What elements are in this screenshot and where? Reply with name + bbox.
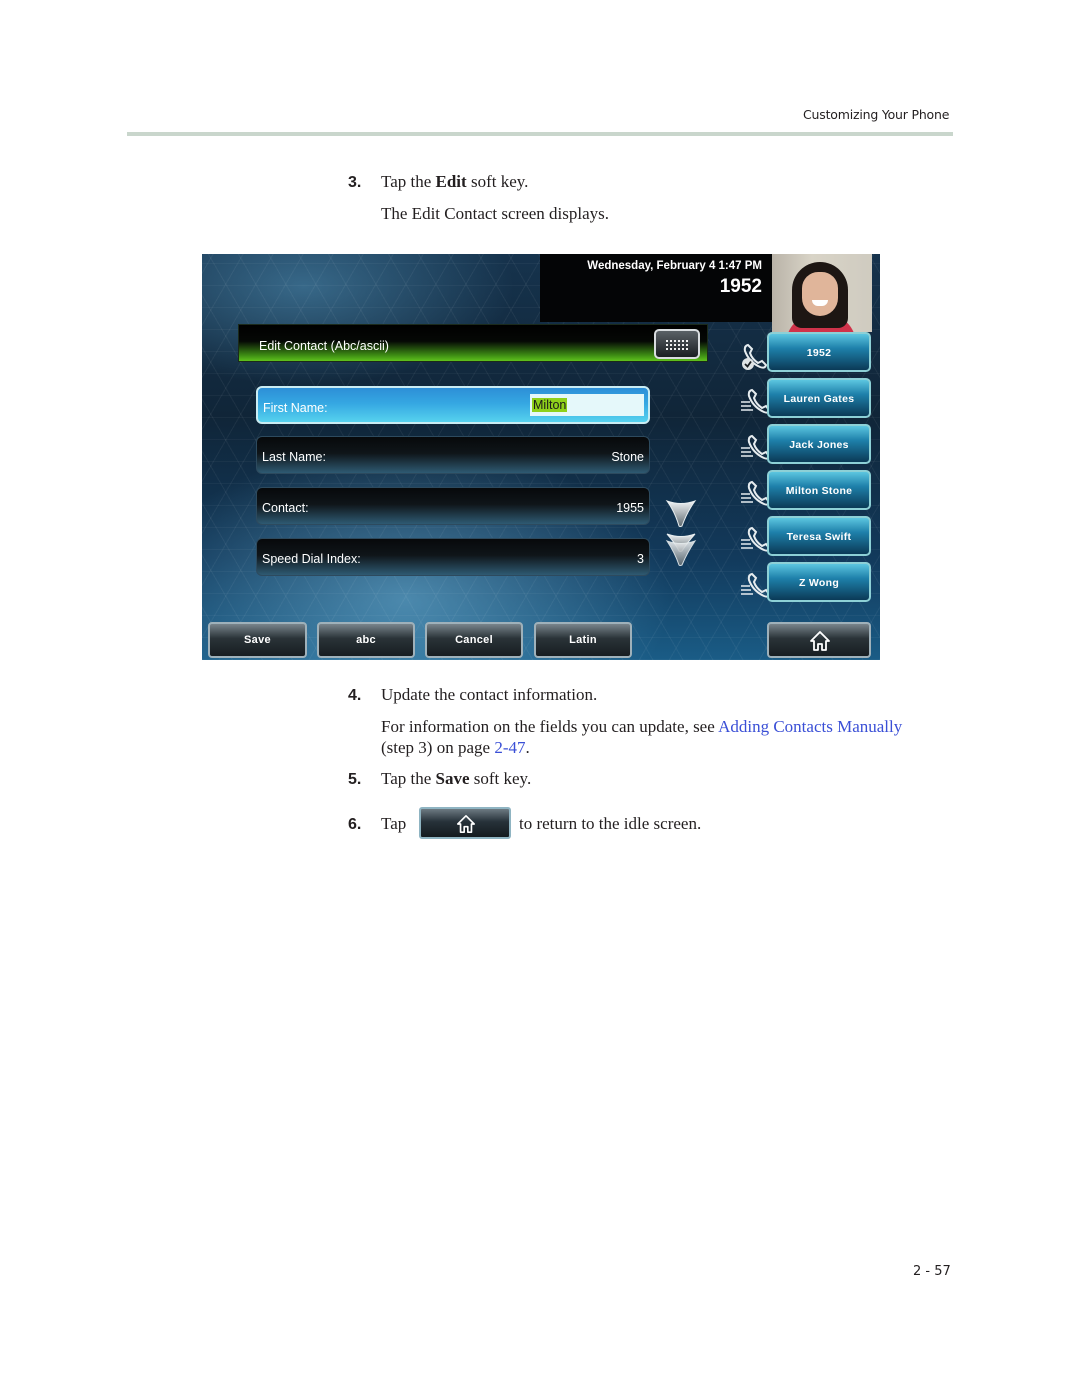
softkey-cancel[interactable]: Cancel xyxy=(425,622,523,658)
speed-dial-icon xyxy=(741,434,770,460)
link-adding-contacts-manually[interactable]: Adding Contacts Manually xyxy=(718,717,902,736)
field-first-name[interactable]: First Name: Milton xyxy=(256,386,650,424)
page-down-arrow-icon[interactable] xyxy=(665,531,697,567)
link-page-2-47[interactable]: 2-47 xyxy=(494,738,525,757)
scroll-down-arrow-icon[interactable] xyxy=(665,498,697,528)
header-rule xyxy=(127,132,953,136)
line-key-lauren-gates[interactable]: Lauren Gates xyxy=(767,378,871,418)
screen-title: Edit Contact (Abc/ascii) xyxy=(259,339,389,353)
softkey-abc[interactable]: abc xyxy=(317,622,415,658)
field-label: First Name: xyxy=(263,401,328,415)
line-key-z-wong[interactable]: Z Wong xyxy=(767,562,871,602)
speed-dial-icon xyxy=(741,480,770,506)
softkey-latin[interactable]: Latin xyxy=(534,622,632,658)
line-key-1952[interactable]: 1952 xyxy=(767,332,871,372)
step-number: 6. xyxy=(348,816,362,833)
home-icon xyxy=(810,631,830,651)
field-label: Last Name: xyxy=(262,450,326,464)
field-label: Contact: xyxy=(262,501,309,515)
first-name-input[interactable]: Milton xyxy=(530,394,644,416)
field-value: 1955 xyxy=(616,501,644,515)
field-value: 3 xyxy=(637,552,644,566)
status-extension: 1952 xyxy=(719,276,762,297)
field-speed-dial-index[interactable]: Speed Dial Index: 3 xyxy=(256,538,650,576)
step-number: 3. xyxy=(348,174,362,191)
step-6: 6. Tap xyxy=(348,814,407,833)
step-number: 5. xyxy=(348,771,362,788)
field-label: Speed Dial Index: xyxy=(262,552,361,566)
first-name-value: Milton xyxy=(532,398,568,412)
softkey-save[interactable]: Save xyxy=(208,622,307,658)
home-icon xyxy=(457,815,475,833)
line-key-jack-jones[interactable]: Jack Jones xyxy=(767,424,871,464)
page-number: 2 - 57 xyxy=(913,1264,951,1279)
step-6-text: to return to the idle screen. xyxy=(519,814,702,833)
edit-screen-note: The Edit Contact screen displays. xyxy=(381,204,610,223)
home-button[interactable] xyxy=(767,622,871,658)
keyboard-button[interactable] xyxy=(654,329,700,359)
status-bar: Wednesday, February 4 1:47 PM 1952 xyxy=(540,254,772,322)
keyword-save: Save xyxy=(435,769,470,788)
step-3: 3. Tap the Edit soft key. xyxy=(348,172,529,191)
screen-title-bar: Edit Contact (Abc/ascii) xyxy=(238,324,708,362)
registered-line-icon xyxy=(742,343,768,370)
line-key-teresa-swift[interactable]: Teresa Swift xyxy=(767,516,871,556)
line-key-milton-stone[interactable]: Milton Stone xyxy=(767,470,871,510)
more-info-paragraph: For information on the fields you can up… xyxy=(381,717,903,757)
field-value: Stone xyxy=(611,450,644,464)
status-datetime: Wednesday, February 4 1:47 PM xyxy=(587,260,762,272)
field-contact[interactable]: Contact: 1955 xyxy=(256,487,650,525)
keyword-edit: Edit xyxy=(435,172,467,191)
field-last-name[interactable]: Last Name: Stone xyxy=(256,436,650,474)
step-5: 5. Tap the Save soft key. xyxy=(348,769,532,788)
keyboard-icon xyxy=(665,339,689,350)
running-header: Customizing Your Phone xyxy=(803,107,950,122)
caller-photo xyxy=(772,254,872,332)
step-4: 4. Update the contact information. xyxy=(348,685,598,704)
phone-screenshot: Wednesday, February 4 1:47 PM 1952 Edit … xyxy=(202,254,880,660)
inline-home-button-image xyxy=(419,807,511,839)
speed-dial-icon xyxy=(741,526,770,552)
speed-dial-icon xyxy=(741,388,770,414)
step-number: 4. xyxy=(348,687,362,704)
speed-dial-icon xyxy=(741,572,770,598)
